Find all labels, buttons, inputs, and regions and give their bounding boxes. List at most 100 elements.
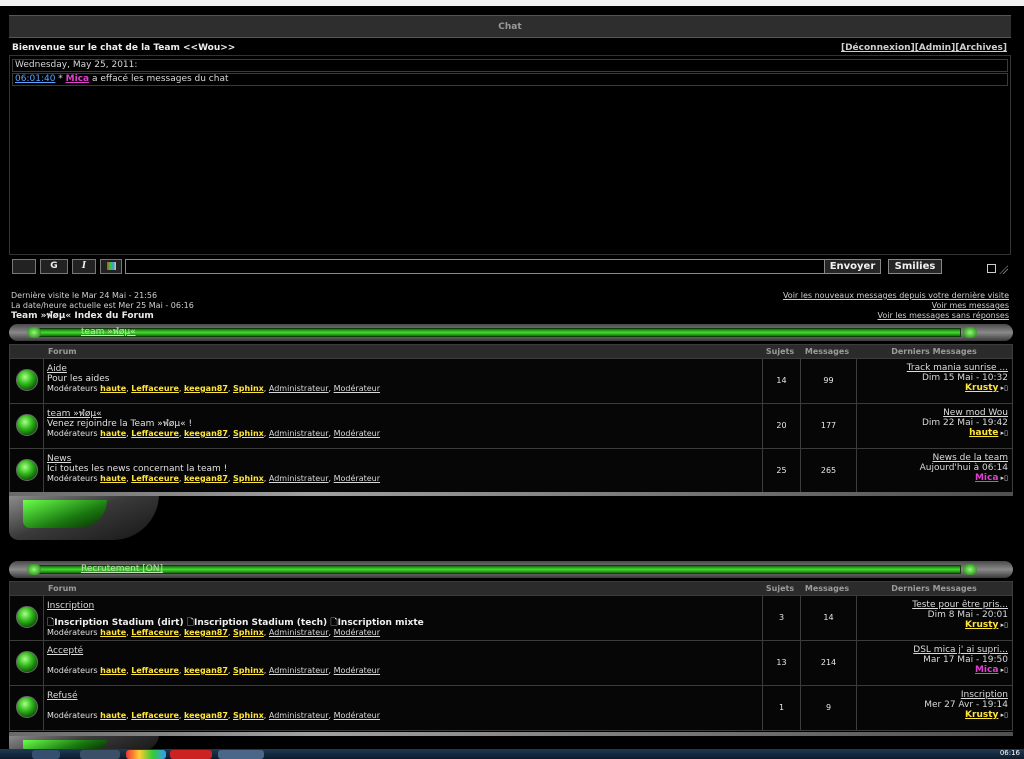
moderator-link[interactable]: haute xyxy=(100,429,126,438)
logout-link[interactable]: [Déconnexion] xyxy=(841,43,915,53)
subforum-link[interactable]: Inscription Stadium (tech) xyxy=(194,618,327,628)
col-last: Derniers Messages xyxy=(891,584,977,593)
send-button[interactable]: Envoyer xyxy=(824,259,881,274)
moderator-group-link[interactable]: Administrateur xyxy=(269,666,329,675)
forum-name-link[interactable]: Aide xyxy=(47,364,759,374)
moderator-link[interactable]: Leffaceure xyxy=(131,429,179,438)
moderator-group-link[interactable]: Administrateur xyxy=(269,711,329,720)
moderator-link[interactable]: Sphinx xyxy=(233,474,264,483)
goto-post-icon[interactable]: ▸▯ xyxy=(998,711,1008,719)
moderator-group-link[interactable]: Administrateur xyxy=(269,628,329,637)
last-post-title[interactable]: New mod Wou xyxy=(856,408,1008,418)
forum-name-link[interactable]: Refusé xyxy=(47,691,759,701)
last-post-title[interactable]: News de la team xyxy=(856,453,1008,463)
moderator-link[interactable]: keegan87 xyxy=(184,628,228,637)
last-post-user[interactable]: Krusty xyxy=(965,710,998,720)
moderator-link[interactable]: Sphinx xyxy=(233,429,264,438)
forum-row: Refusé Modérateurs haute, Leffaceure, kee… xyxy=(10,685,1012,730)
subforum-link[interactable]: Inscription Stadium (dirt) xyxy=(54,618,183,628)
subforum-link[interactable]: Inscription mixte xyxy=(338,618,424,628)
start-button[interactable] xyxy=(32,750,60,759)
moderator-group-link[interactable]: Administrateur xyxy=(269,429,329,438)
last-post-user[interactable]: Krusty xyxy=(965,383,998,393)
forum-index-link[interactable]: Team »ฬøµ« Index du Forum xyxy=(11,311,194,321)
moderator-link[interactable]: Leffaceure xyxy=(131,474,179,483)
moderator-group-link[interactable]: Modérateur xyxy=(334,711,380,720)
moderator-link[interactable]: Leffaceure xyxy=(131,628,179,637)
category-name[interactable]: team »ฬøµ« xyxy=(81,327,136,338)
taskbar-app[interactable] xyxy=(126,750,166,759)
forum-moderators: Modérateurs haute, Leffaceure, keegan87,… xyxy=(47,384,381,393)
italic-button[interactable]: I xyxy=(72,259,96,274)
moderator-link[interactable]: haute xyxy=(100,628,126,637)
moderator-link[interactable]: keegan87 xyxy=(184,666,228,675)
moderator-group-link[interactable]: Modérateur xyxy=(334,474,380,483)
moderator-group-link[interactable]: Administrateur xyxy=(269,474,329,483)
last-post: Teste pour être pris... Dim 8 Mai - 20:01… xyxy=(856,600,1008,630)
moderator-link[interactable]: keegan87 xyxy=(184,384,228,393)
taskbar-app[interactable] xyxy=(80,750,120,759)
color-button[interactable] xyxy=(12,259,36,274)
chat-input[interactable] xyxy=(125,259,825,274)
last-post-title[interactable]: Teste pour être pris... xyxy=(856,600,1008,610)
last-post: New mod Wou Dim 22 Mai - 19:42 haute ▸▯ xyxy=(856,408,1008,438)
resize-grip-icon[interactable] xyxy=(998,264,1008,274)
col-sujets: Sujets xyxy=(765,347,795,356)
goto-post-icon[interactable]: ▸▯ xyxy=(998,666,1008,674)
moderator-link[interactable]: Sphinx xyxy=(233,384,264,393)
forum-name-link[interactable]: team »ฬøµ« xyxy=(47,409,759,419)
bold-button[interactable]: G xyxy=(40,259,68,274)
moderator-group-link[interactable]: Modérateur xyxy=(334,429,380,438)
moderator-group-link[interactable]: Administrateur xyxy=(269,384,329,393)
moderator-group-link[interactable]: Modérateur xyxy=(334,666,380,675)
goto-post-icon[interactable]: ▸▯ xyxy=(998,384,1008,392)
goto-post-icon[interactable]: ▸▯ xyxy=(998,474,1008,482)
moderator-link[interactable]: keegan87 xyxy=(184,711,228,720)
forum-name-link[interactable]: News xyxy=(47,454,759,464)
moderator-link[interactable]: Sphinx xyxy=(233,666,264,675)
smilies-button[interactable]: Smilies xyxy=(888,259,942,274)
forum-name-link[interactable]: Inscription xyxy=(47,601,759,611)
quick-links: Voir les nouveaux messages depuis votre … xyxy=(783,291,1009,321)
moderator-link[interactable]: keegan87 xyxy=(184,474,228,483)
moderator-link[interactable]: Sphinx xyxy=(233,711,264,720)
moderator-link[interactable]: Sphinx xyxy=(233,628,264,637)
forum-description xyxy=(47,701,759,711)
moderator-link[interactable]: keegan87 xyxy=(184,429,228,438)
image-button[interactable] xyxy=(100,259,122,274)
moderator-link[interactable]: Leffaceure xyxy=(131,666,179,675)
moderator-group-link[interactable]: Modérateur xyxy=(334,384,380,393)
message-time[interactable]: 06:01:40 xyxy=(15,74,55,84)
last-post-title[interactable]: DSL mica j' ai supri... xyxy=(856,645,1008,655)
moderator-link[interactable]: haute xyxy=(100,711,126,720)
category-name[interactable]: Recrutement [ON] xyxy=(81,564,163,575)
last-post-title[interactable]: Inscription xyxy=(856,690,1008,700)
archives-link[interactable]: [Archives] xyxy=(955,43,1007,53)
messages-count: 265 xyxy=(800,449,856,493)
last-post-user[interactable]: Mica xyxy=(975,665,998,675)
bar-end-icon xyxy=(27,564,41,575)
moderator-link[interactable]: haute xyxy=(100,666,126,675)
resize-handle-icon[interactable] xyxy=(987,264,996,273)
category-bar: team »ฬøµ« xyxy=(9,324,1013,341)
my-messages-link[interactable]: Voir mes messages xyxy=(783,301,1009,311)
moderator-link[interactable]: Leffaceure xyxy=(131,711,179,720)
last-post-title[interactable]: Track mania sunrise ... xyxy=(856,363,1008,373)
last-post-user[interactable]: haute xyxy=(969,428,998,438)
goto-post-icon[interactable]: ▸▯ xyxy=(998,621,1008,629)
unanswered-link[interactable]: Voir les messages sans réponses xyxy=(783,311,1009,321)
message-user[interactable]: Mica xyxy=(66,74,89,84)
taskbar-app[interactable] xyxy=(218,750,264,759)
admin-link[interactable]: [Admin] xyxy=(915,43,956,53)
moderator-group-link[interactable]: Modérateur xyxy=(334,628,380,637)
new-messages-link[interactable]: Voir les nouveaux messages depuis votre … xyxy=(783,291,1009,301)
last-post-user[interactable]: Mica xyxy=(975,473,998,483)
moderator-link[interactable]: haute xyxy=(100,384,126,393)
goto-post-icon[interactable]: ▸▯ xyxy=(998,429,1008,437)
taskbar-app[interactable] xyxy=(170,750,212,759)
last-post-user[interactable]: Krusty xyxy=(965,620,998,630)
moderator-link[interactable]: haute xyxy=(100,474,126,483)
forum-name-link[interactable]: Accepté xyxy=(47,646,759,656)
subforum-icon: 🗋 xyxy=(330,618,338,628)
moderator-link[interactable]: Leffaceure xyxy=(131,384,179,393)
